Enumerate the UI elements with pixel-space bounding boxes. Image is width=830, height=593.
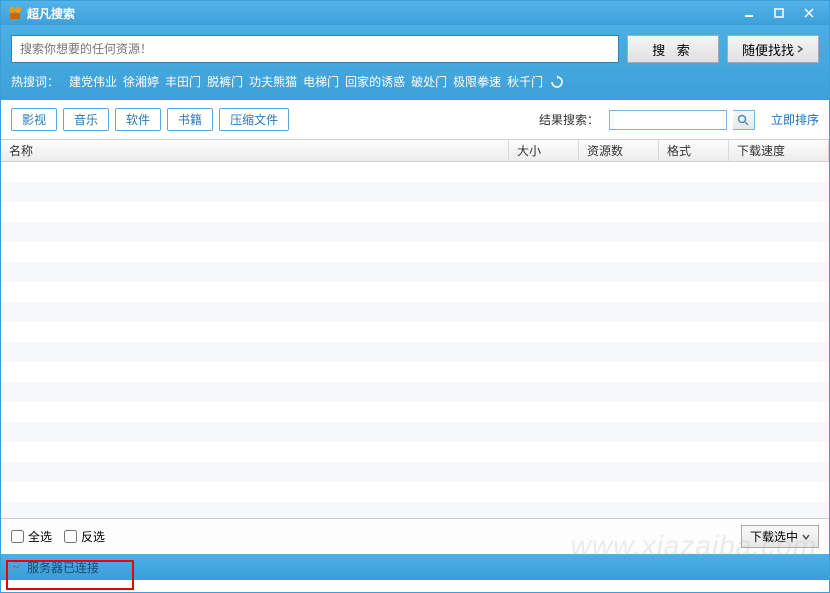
connection-icon bbox=[9, 560, 23, 574]
category-software-button[interactable]: 软件 bbox=[115, 108, 161, 131]
results-table-body bbox=[1, 162, 829, 518]
result-search-label: 结果搜索： bbox=[539, 111, 599, 128]
results-table-header: 名称 大小 资源数 格式 下载速度 bbox=[1, 140, 829, 162]
result-search-input[interactable] bbox=[609, 110, 727, 130]
titlebar: 超凡搜索 bbox=[1, 1, 829, 25]
sort-now-link[interactable]: 立即排序 bbox=[771, 111, 819, 128]
category-archive-button[interactable]: 压缩文件 bbox=[219, 108, 289, 131]
result-search-button[interactable] bbox=[733, 110, 755, 130]
column-size[interactable]: 大小 bbox=[509, 140, 579, 161]
random-find-label: 随便找找 bbox=[742, 40, 794, 59]
hot-words-label: 热搜词： bbox=[11, 73, 59, 90]
hot-word-link[interactable]: 回家的诱惑 bbox=[345, 73, 405, 90]
category-video-button[interactable]: 影视 bbox=[11, 108, 57, 131]
hot-word-link[interactable]: 徐湘婷 bbox=[123, 73, 159, 90]
hot-word-link[interactable]: 丰田门 bbox=[165, 73, 201, 90]
category-music-button[interactable]: 音乐 bbox=[63, 108, 109, 131]
column-name[interactable]: 名称 bbox=[1, 140, 509, 161]
app-logo-icon bbox=[7, 5, 23, 21]
hot-word-link[interactable]: 建党伟业 bbox=[69, 73, 117, 90]
magnifier-icon bbox=[737, 114, 749, 126]
hot-words-row: 热搜词： 建党伟业 徐湘婷 丰田门 脱裤门 功夫熊猫 电梯门 回家的诱惑 破处门… bbox=[11, 73, 819, 90]
maximize-button[interactable] bbox=[765, 4, 793, 22]
statusbar: 服务器已连接 bbox=[1, 554, 829, 580]
search-header: 搜 索 随便找找 热搜词： 建党伟业 徐湘婷 丰田门 脱裤门 功夫熊猫 电梯门 … bbox=[1, 25, 829, 100]
chevron-right-icon bbox=[796, 45, 804, 53]
category-toolbar: 影视 音乐 软件 书籍 压缩文件 结果搜索： 立即排序 bbox=[1, 100, 829, 140]
chevron-down-icon bbox=[802, 533, 810, 541]
bottom-toolbar: 全选 反选 下载选中 bbox=[1, 518, 829, 554]
hot-word-link[interactable]: 电梯门 bbox=[303, 73, 339, 90]
search-input[interactable] bbox=[11, 35, 619, 63]
select-all-input[interactable] bbox=[11, 530, 24, 543]
column-speed[interactable]: 下载速度 bbox=[729, 140, 829, 161]
column-resources[interactable]: 资源数 bbox=[579, 140, 659, 161]
search-button[interactable]: 搜 索 bbox=[627, 35, 719, 63]
refresh-icon[interactable] bbox=[549, 74, 565, 90]
hot-word-link[interactable]: 脱裤门 bbox=[207, 73, 243, 90]
close-button[interactable] bbox=[795, 4, 823, 22]
invert-selection-checkbox[interactable]: 反选 bbox=[64, 528, 105, 545]
invert-selection-input[interactable] bbox=[64, 530, 77, 543]
download-selected-label: 下载选中 bbox=[750, 528, 798, 545]
select-all-label: 全选 bbox=[28, 528, 52, 545]
hot-word-link[interactable]: 极限拳速 bbox=[453, 73, 501, 90]
select-all-checkbox[interactable]: 全选 bbox=[11, 528, 52, 545]
app-title: 超凡搜索 bbox=[27, 5, 735, 22]
category-books-button[interactable]: 书籍 bbox=[167, 108, 213, 131]
hot-word-link[interactable]: 秋千门 bbox=[507, 73, 543, 90]
hot-word-link[interactable]: 功夫熊猫 bbox=[249, 73, 297, 90]
hot-word-link[interactable]: 破处门 bbox=[411, 73, 447, 90]
column-format[interactable]: 格式 bbox=[659, 140, 729, 161]
download-selected-button[interactable]: 下载选中 bbox=[741, 525, 819, 548]
status-text: 服务器已连接 bbox=[27, 559, 99, 576]
invert-selection-label: 反选 bbox=[81, 528, 105, 545]
minimize-button[interactable] bbox=[735, 4, 763, 22]
random-find-button[interactable]: 随便找找 bbox=[727, 35, 819, 63]
